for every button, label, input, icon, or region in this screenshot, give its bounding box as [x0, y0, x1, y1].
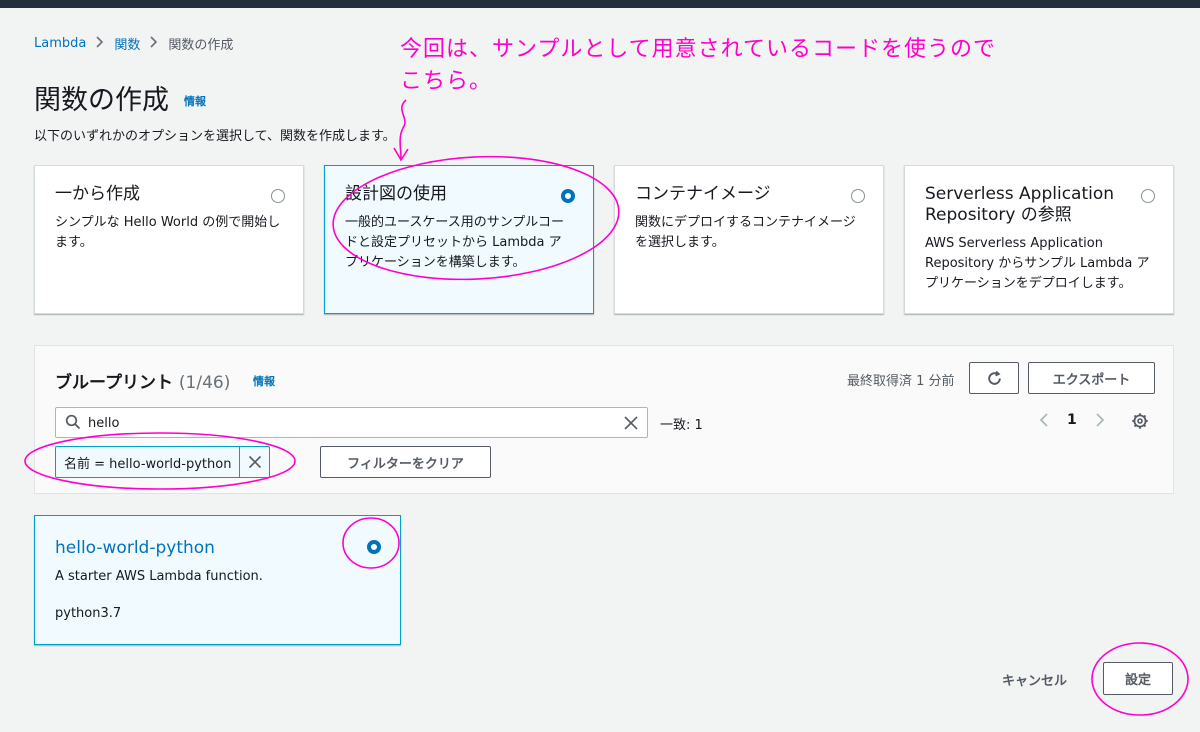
- pagination: 1: [1039, 412, 1105, 428]
- annotation-note: 今回は、サンプルとして用意されているコードを使うので こちら。: [400, 34, 996, 98]
- breadcrumb: Lambda 関数 関数の作成: [34, 34, 233, 53]
- option-title: 設計図の使用: [345, 184, 447, 204]
- option-title: 一から作成: [55, 184, 140, 204]
- blueprint-card-hello-world-python[interactable]: hello-world-python A starter AWS Lambda …: [34, 515, 401, 645]
- option-description: 関数にデプロイするコンテナイメージを選択します。: [635, 215, 856, 250]
- page-title: 関数の作成: [34, 85, 169, 116]
- blueprint-card-runtime: python3.7: [55, 606, 122, 621]
- chevron-right-icon: [150, 35, 158, 52]
- option-description: AWS Serverless Application Repository から…: [925, 236, 1150, 291]
- configure-button[interactable]: 設定: [1103, 662, 1173, 695]
- blueprints-count: (1/46): [178, 373, 231, 393]
- close-icon: [248, 455, 261, 469]
- filter-token: 名前 = hello-world-python: [55, 446, 270, 478]
- clear-filters-button[interactable]: フィルターをクリア: [320, 446, 491, 478]
- filter-token-label: 名前 = hello-world-python: [64, 456, 232, 472]
- search-icon: [65, 414, 81, 430]
- close-icon[interactable]: [623, 415, 639, 431]
- refresh-icon: [987, 370, 1001, 385]
- blueprints-info-link[interactable]: 情報: [253, 373, 275, 389]
- option-container-image[interactable]: コンテナイメージ 関数にデプロイするコンテナイメージを選択します。: [614, 165, 884, 314]
- search-input[interactable]: [88, 412, 608, 434]
- option-description: 一般的ユースケース用のサンプルコードと設定プリセットから Lambda アプリケ…: [345, 215, 565, 270]
- option-title: コンテナイメージ: [635, 184, 771, 204]
- page-description: 以下のいずれかのオプションを選択して、関数を作成します。: [34, 129, 396, 144]
- match-count: 一致: 1: [660, 418, 703, 433]
- blueprint-card-title[interactable]: hello-world-python: [55, 538, 215, 558]
- page-number[interactable]: 1: [1067, 412, 1077, 428]
- option-author-from-scratch[interactable]: 一から作成 シンプルな Hello World の例で開始します。: [34, 165, 304, 314]
- option-radio[interactable]: [271, 189, 285, 203]
- breadcrumb-current: 関数の作成: [168, 38, 234, 53]
- option-title: Serverless Application Repository の参照: [925, 184, 1115, 225]
- last-fetched-text: 最終取得済 1 分前: [847, 374, 955, 389]
- blueprint-card-radio[interactable]: [367, 540, 381, 554]
- annotation-line-1: 今回は、サンプルとして用意されているコードを使うので: [400, 37, 997, 62]
- chevron-right-icon[interactable]: [1095, 412, 1105, 428]
- option-radio[interactable]: [1141, 189, 1155, 203]
- breadcrumb-functions[interactable]: 関数: [114, 34, 140, 53]
- remove-filter-button[interactable]: [239, 447, 269, 477]
- blueprints-title-text: ブループリント: [55, 373, 173, 393]
- blueprints-title: ブループリント (1/46): [55, 368, 230, 393]
- info-link[interactable]: 情報: [184, 93, 206, 109]
- refresh-button[interactable]: [969, 362, 1019, 394]
- search-field[interactable]: [55, 407, 648, 438]
- blueprint-card-description: A starter AWS Lambda function.: [55, 569, 263, 584]
- cancel-button[interactable]: キャンセル: [1002, 670, 1067, 689]
- option-use-blueprint[interactable]: 設計図の使用 一般的ユースケース用のサンプルコードと設定プリセットから Lamb…: [324, 165, 594, 314]
- top-navigation-bar: [0, 0, 1200, 8]
- chevron-left-icon[interactable]: [1039, 412, 1049, 428]
- option-radio-selected[interactable]: [561, 189, 575, 203]
- option-description: シンプルな Hello World の例で開始します。: [55, 215, 281, 250]
- option-radio[interactable]: [851, 189, 865, 203]
- annotation-line-2: こちら。: [400, 69, 493, 94]
- chevron-right-icon: [96, 35, 104, 52]
- option-serverless-app-repo[interactable]: Serverless Application Repository の参照 AW…: [904, 165, 1174, 314]
- blueprints-panel: ブループリント (1/46) 情報 最終取得済 1 分前 エクスポート 一致: …: [34, 345, 1174, 494]
- gear-icon[interactable]: [1131, 412, 1149, 430]
- breadcrumb-lambda[interactable]: Lambda: [34, 36, 86, 51]
- annotation-arrow: [393, 99, 409, 162]
- export-button[interactable]: エクスポート: [1028, 362, 1155, 394]
